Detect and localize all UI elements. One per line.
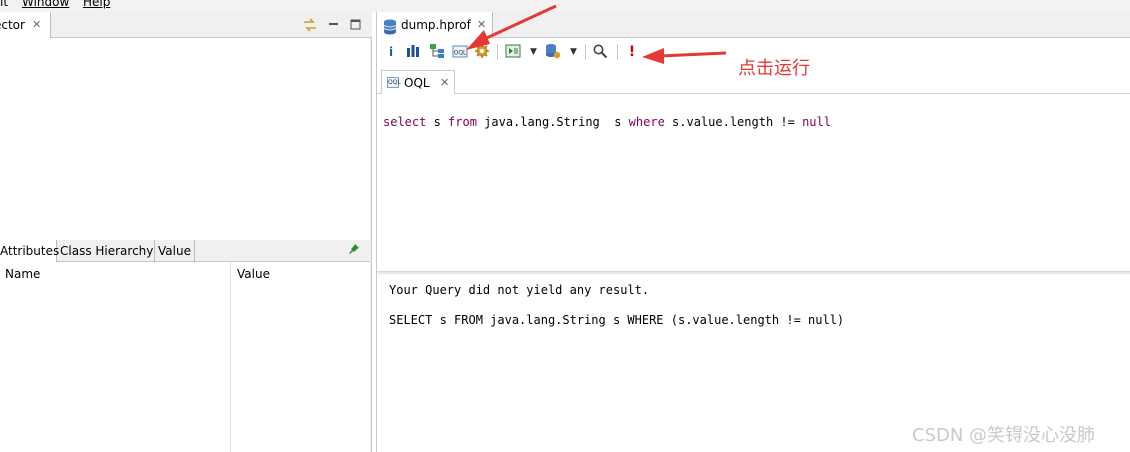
keyword-where: where — [628, 115, 665, 129]
query-text: s — [426, 115, 449, 129]
menu-bar: it Window Help — [0, 0, 1130, 12]
menu-help[interactable]: Help — [83, 0, 110, 9]
left-panel: ector ✕ Attributes Class Hierarchy Value… — [0, 12, 372, 452]
tab-class-hierarchy[interactable]: Class Hierarchy — [57, 240, 155, 262]
search-icon[interactable] — [591, 43, 609, 61]
inspector-tabbar: ector ✕ — [0, 12, 372, 38]
close-icon[interactable]: ✕ — [440, 71, 449, 95]
tab-value[interactable]: Value — [155, 240, 195, 262]
column-header-name[interactable]: Name — [5, 267, 40, 281]
close-icon[interactable]: ✕ — [477, 12, 486, 38]
result-message: Your Query did not yield any result. — [389, 283, 650, 297]
keyword-from: from — [448, 115, 477, 129]
tab-oql[interactable]: OQL OQL ✕ — [381, 70, 455, 94]
attributes-tabbar: Attributes Class Hierarchy Value — [0, 240, 370, 262]
toolbar-separator — [585, 44, 586, 60]
keyword-select: select — [383, 115, 427, 129]
menu-window[interactable]: Window — [22, 0, 69, 9]
tab-inspector[interactable]: ector ✕ — [0, 12, 51, 38]
tab-inspector-label: ector — [0, 18, 25, 32]
chevron-down-icon[interactable]: ▼ — [530, 44, 537, 60]
close-icon[interactable]: ✕ — [32, 12, 41, 38]
oql-icon[interactable]: OQL — [451, 43, 469, 61]
column-divider[interactable] — [230, 262, 231, 452]
inspector-body — [0, 38, 370, 240]
query-browser-icon[interactable] — [504, 43, 522, 61]
dominator-tree-icon[interactable] — [428, 43, 446, 61]
attributes-table: Name Value — [0, 262, 370, 452]
tab-dump-hprof[interactable]: dump.hprof ✕ — [377, 12, 493, 38]
column-header-value[interactable]: Value — [237, 267, 270, 281]
query-text: java.lang.String s — [476, 115, 629, 129]
result-query: SELECT s FROM java.lang.String s WHERE (… — [389, 313, 845, 327]
minimize-icon[interactable] — [326, 17, 342, 33]
menu-help-label: Help — [83, 0, 111, 9]
gear-icon[interactable] — [473, 43, 491, 61]
menu-edit[interactable]: it — [0, 0, 8, 9]
tab-dump-hprof-label: dump.hprof — [401, 18, 471, 32]
link-with-editor-icon[interactable] — [302, 17, 318, 33]
editor-tabbar: dump.hprof ✕ — [377, 12, 1130, 38]
oql-tab-icon: OQL — [387, 77, 401, 88]
annotation-text: 点击运行 — [738, 58, 810, 79]
pin-icon[interactable] — [348, 243, 360, 258]
histogram-icon[interactable] — [404, 43, 422, 61]
info-icon[interactable]: i — [382, 43, 400, 61]
tab-attributes[interactable]: Attributes — [0, 240, 59, 262]
keyword-null: null — [802, 115, 831, 129]
watermark: CSDN @笑锝没心没肺 — [912, 425, 1096, 446]
oql-query-editor[interactable]: select s from java.lang.String s where s… — [383, 115, 831, 129]
heap-dump-overview-icon[interactable] — [544, 43, 562, 61]
svg-text:OQL: OQL — [454, 50, 467, 57]
menu-window-label: Window — [22, 0, 70, 9]
pane-splitter[interactable] — [377, 271, 1130, 274]
toolbar-separator — [497, 44, 498, 60]
run-query-icon[interactable]: ! — [623, 43, 641, 61]
tab-oql-label: OQL — [404, 76, 430, 90]
query-text: s.value.length != — [664, 115, 803, 129]
maximize-icon[interactable] — [348, 17, 364, 33]
chevron-down-icon[interactable]: ▼ — [570, 44, 577, 60]
toolbar-separator — [617, 44, 618, 60]
